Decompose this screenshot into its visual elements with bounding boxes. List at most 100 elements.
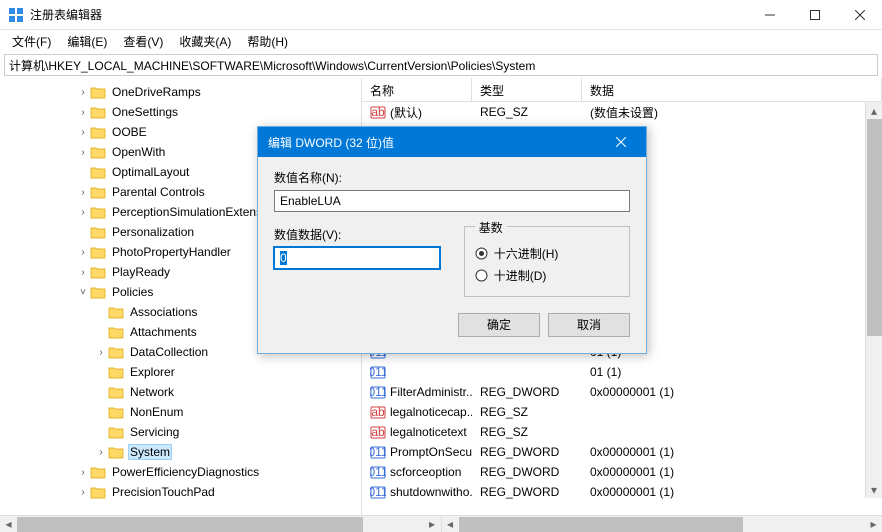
value-name: scforceoption — [390, 465, 461, 479]
tree-item[interactable]: ›OneDriveRamps — [4, 82, 361, 102]
tree-item-label: Personalization — [110, 224, 196, 240]
value-name: (默认) — [390, 104, 422, 121]
column-header-name[interactable]: 名称 — [362, 78, 472, 101]
column-header-data[interactable]: 数据 — [582, 78, 882, 101]
column-header-type[interactable]: 类型 — [472, 78, 582, 101]
tree-item[interactable]: Servicing — [4, 422, 361, 442]
expand-icon[interactable]: › — [94, 347, 108, 358]
expand-icon[interactable]: › — [76, 467, 90, 478]
menu-favorites[interactable]: 收藏夹(A) — [171, 31, 239, 52]
tree-scroll-right-icon[interactable]: ▸ — [424, 516, 441, 532]
value-name-input[interactable] — [274, 190, 630, 212]
collapse-icon[interactable]: ˅ — [76, 287, 90, 298]
path-text: 计算机\HKEY_LOCAL_MACHINE\SOFTWARE\Microsof… — [9, 57, 535, 74]
tree-item-label: Network — [128, 384, 176, 400]
tree-item[interactable]: NonEnum — [4, 402, 361, 422]
tree-item-label: Servicing — [128, 424, 181, 440]
tree-scroll-left-icon[interactable]: ◂ — [0, 516, 17, 532]
tree-item[interactable]: › OneSettings — [4, 102, 361, 122]
svg-text:011: 011 — [370, 365, 386, 379]
ok-button[interactable]: 确定 — [458, 313, 540, 337]
expand-icon[interactable]: › — [76, 127, 90, 138]
value-data-label: 数值数据(V): — [274, 226, 440, 243]
tree-item-label: PrecisionTouchPad — [110, 484, 217, 500]
close-button[interactable] — [837, 0, 882, 30]
tree-item[interactable]: Explorer — [4, 362, 361, 382]
tree-item-label: NonEnum — [128, 404, 185, 420]
tree-item-label: PlayReady — [110, 264, 172, 280]
menu-help[interactable]: 帮助(H) — [239, 31, 296, 52]
value-name: FilterAdministr... — [390, 385, 472, 399]
value-data-input[interactable]: 0 — [274, 247, 440, 269]
menu-file[interactable]: 文件(F) — [4, 31, 59, 52]
dialog-title-bar[interactable]: 编辑 DWORD (32 位)值 — [258, 127, 646, 157]
expand-icon[interactable]: › — [76, 247, 90, 258]
vertical-scrollbar[interactable]: ▴ ▾ — [865, 102, 882, 498]
radio-dec[interactable]: 十进制(D) — [475, 264, 619, 286]
tree-item-label: PhotoPropertyHandler — [110, 244, 233, 260]
value-data: 0x00000001 (1) — [582, 485, 882, 499]
tree-item-label: Attachments — [128, 324, 199, 340]
svg-text:011: 011 — [370, 485, 386, 499]
expand-icon[interactable]: › — [76, 147, 90, 158]
tree-item[interactable]: › System — [4, 442, 361, 462]
title-bar: 注册表编辑器 — [0, 0, 882, 30]
value-type: REG_DWORD — [472, 465, 582, 479]
list-row[interactable]: ab(默认)REG_SZ(数值未设置) — [362, 102, 882, 122]
tree-item[interactable]: › PowerEfficiencyDiagnostics — [4, 462, 361, 482]
expand-icon[interactable]: › — [76, 87, 90, 98]
radio-hex-label: 十六进制(H) — [494, 245, 559, 262]
menu-bar: 文件(F) 编辑(E) 查看(V) 收藏夹(A) 帮助(H) — [0, 30, 882, 52]
expand-icon[interactable]: › — [76, 267, 90, 278]
list-scroll-left-icon[interactable]: ◂ — [442, 516, 459, 532]
value-name: shutdownwitho... — [390, 485, 472, 499]
value-name-label: 数值名称(N): — [274, 169, 630, 186]
svg-text:ab: ab — [371, 425, 385, 439]
expand-icon[interactable]: › — [76, 487, 90, 498]
list-scroll-right-icon[interactable]: ▸ — [865, 516, 882, 532]
tree-item[interactable]: › PrecisionTouchPad — [4, 482, 361, 502]
dialog-title-text: 编辑 DWORD (32 位)值 — [268, 134, 606, 151]
list-row[interactable]: ablegalnoticecap...REG_SZ — [362, 402, 882, 422]
radio-unselected-icon — [475, 269, 488, 282]
tree-item[interactable]: Network — [4, 382, 361, 402]
close-icon — [855, 10, 865, 20]
value-data: 0x00000001 (1) — [582, 465, 882, 479]
value-data: (数值未设置) — [582, 104, 882, 121]
tree-item-label: OptimalLayout — [110, 164, 191, 180]
path-bar[interactable]: 计算机\HKEY_LOCAL_MACHINE\SOFTWARE\Microsof… — [4, 54, 878, 76]
maximize-button[interactable] — [792, 0, 837, 30]
menu-view[interactable]: 查看(V) — [115, 31, 171, 52]
scroll-up-icon[interactable]: ▴ — [866, 102, 882, 119]
expand-icon[interactable]: › — [76, 207, 90, 218]
menu-edit[interactable]: 编辑(E) — [59, 31, 115, 52]
minimize-button[interactable] — [747, 0, 792, 30]
value-type: REG_SZ — [472, 105, 582, 119]
tree-item-label: Associations — [128, 304, 199, 320]
tree-item-label: OneSettings — [110, 104, 180, 120]
dialog-close-button[interactable] — [606, 134, 636, 150]
value-type: REG_DWORD — [472, 385, 582, 399]
tree-item-label: Parental Controls — [110, 184, 207, 200]
list-row[interactable]: 011FilterAdministr...REG_DWORD0x00000001… — [362, 382, 882, 402]
list-row[interactable]: 01101 (1) — [362, 362, 882, 382]
close-icon — [616, 137, 626, 147]
radio-hex[interactable]: 十六进制(H) — [475, 242, 619, 264]
list-row[interactable]: 011scforceoptionREG_DWORD0x00000001 (1) — [362, 462, 882, 482]
cancel-button[interactable]: 取消 — [548, 313, 630, 337]
scroll-down-icon[interactable]: ▾ — [866, 481, 882, 498]
expand-icon[interactable]: › — [76, 187, 90, 198]
value-type: REG_SZ — [472, 405, 582, 419]
expand-icon[interactable]: › — [76, 107, 90, 118]
radio-dec-label: 十进制(D) — [494, 267, 547, 284]
list-header: 名称 类型 数据 — [362, 78, 882, 102]
tree-item-label: System — [128, 444, 172, 460]
list-row[interactable]: 011shutdownwitho...REG_DWORD0x00000001 (… — [362, 482, 882, 502]
list-row[interactable]: ablegalnoticetextREG_SZ — [362, 422, 882, 442]
list-row[interactable]: 011PromptOnSecu...REG_DWORD0x00000001 (1… — [362, 442, 882, 462]
bottom-scrollbars: ◂ ▸ ◂ ▸ — [0, 515, 882, 532]
expand-icon[interactable]: › — [94, 447, 108, 458]
svg-text:011: 011 — [370, 445, 386, 459]
tree-item-label: PowerEfficiencyDiagnostics — [110, 464, 261, 480]
value-type: REG_DWORD — [472, 445, 582, 459]
